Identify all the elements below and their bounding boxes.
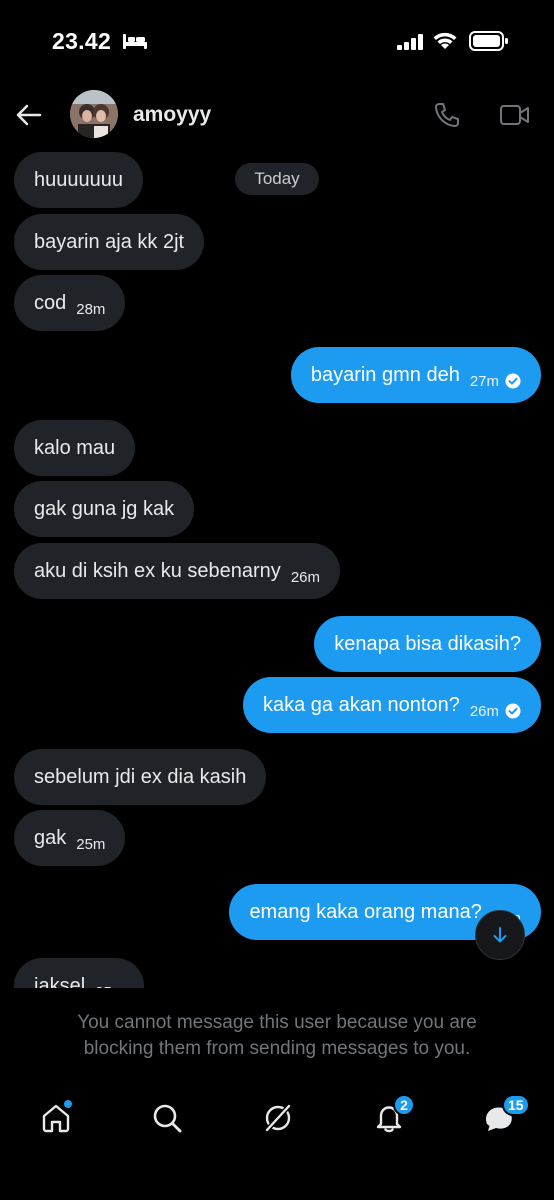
message-time: 25m [95, 984, 124, 989]
bottom-nav: 2 15 [0, 1080, 554, 1160]
message-text: cod [34, 291, 67, 314]
message-text: bayarin gmn deh [310, 363, 460, 386]
check-circle-icon [505, 703, 521, 719]
messages-badge: 15 [502, 1094, 530, 1116]
message-thread[interactable]: Today huuuuuuu bayarin aja kk 2jt cod 28… [0, 146, 554, 988]
nav-grok[interactable] [256, 1096, 300, 1140]
message-time: 28m [76, 300, 106, 318]
message-incoming[interactable]: aku di ksih ex ku sebenarny 26m [14, 543, 340, 599]
message-text: kaka ga akan nonton? [262, 693, 460, 716]
arrow-down-icon [493, 927, 507, 943]
signal-icon [397, 34, 423, 50]
bed-icon [123, 34, 147, 49]
nav-notifications[interactable]: 2 [367, 1094, 415, 1140]
avatar-photo-icon [70, 90, 118, 138]
message-incoming[interactable]: bayarin aja kk 2jt [14, 214, 205, 270]
arrow-left-icon [16, 104, 42, 126]
voice-call-button[interactable] [430, 98, 464, 132]
message-incoming[interactable]: cod 28m [14, 275, 126, 331]
message-outgoing[interactable]: bayarin gmn deh 27m [290, 347, 541, 403]
battery-icon [469, 31, 508, 51]
message-incoming[interactable]: gak guna jg kak [14, 481, 195, 537]
message-text: kalo mau [34, 436, 116, 459]
blocked-notice: You cannot message this user because you… [77, 1012, 477, 1059]
status-time: 23.42 [52, 28, 112, 54]
check-circle-icon [505, 373, 521, 389]
message-text: aku di ksih ex ku sebenarny [34, 559, 281, 582]
wifi-icon [433, 32, 457, 49]
notifications-badge: 2 [393, 1094, 415, 1116]
status-bar: 23.42 [0, 0, 554, 80]
message-time: 25m [76, 835, 106, 853]
message-incoming[interactable]: huuuuuuu [14, 152, 143, 208]
video-call-button[interactable] [496, 98, 534, 132]
message-incoming[interactable]: gak 25m [14, 810, 126, 866]
grok-icon [265, 1104, 291, 1132]
chat-header: amoyyy [0, 86, 554, 144]
message-outgoing[interactable]: kaka ga akan nonton? 26m [242, 677, 541, 733]
message-text: gak [34, 826, 67, 849]
message-text: sebelum jdi ex dia kasih [34, 765, 247, 788]
nav-search[interactable] [145, 1096, 189, 1140]
message-incoming[interactable]: jaksel 25m [14, 958, 145, 989]
message-text: huuuuuuu [34, 168, 123, 191]
message-text: jaksel [34, 974, 86, 989]
nav-home[interactable] [34, 1096, 78, 1140]
video-camera-icon [500, 105, 529, 125]
scroll-to-bottom-button[interactable] [475, 910, 525, 960]
phone-icon [435, 103, 459, 127]
avatar[interactable] [70, 90, 118, 138]
message-time: 26m [469, 702, 499, 720]
message-time: 26m [290, 568, 320, 586]
home-notification-dot [63, 1099, 73, 1109]
back-button[interactable] [12, 98, 46, 132]
message-text: emang kaka orang mana? [249, 900, 482, 923]
message-incoming[interactable]: sebelum jdi ex dia kasih [14, 749, 267, 805]
chat-username[interactable]: amoyyy [133, 103, 211, 127]
message-time: 27m [469, 372, 499, 390]
message-incoming[interactable]: kalo mau [14, 420, 136, 476]
date-divider: Today [235, 163, 319, 195]
message-text: bayarin aja kk 2jt [34, 230, 185, 253]
message-text: kenapa bisa dikasih? [334, 632, 521, 655]
search-icon [153, 1104, 182, 1133]
message-outgoing[interactable]: kenapa bisa dikasih? [314, 616, 541, 672]
nav-messages[interactable]: 15 [477, 1094, 530, 1140]
message-text: gak guna jg kak [34, 497, 175, 520]
